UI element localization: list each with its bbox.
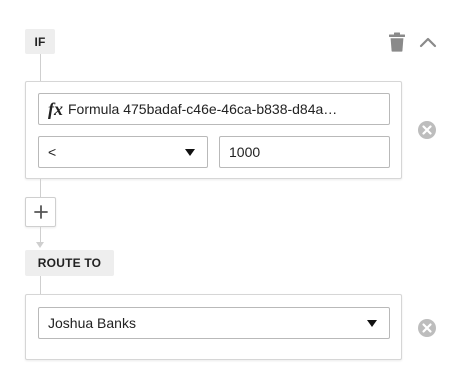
operator-select[interactable]: < <box>38 136 208 168</box>
formula-field[interactable]: fx Formula 475badaf-c46e-46ca-b838-d84a… <box>38 93 390 125</box>
assignee-select[interactable]: Joshua Banks <box>38 307 390 339</box>
plus-icon <box>33 205 48 219</box>
close-circle-icon <box>418 319 436 337</box>
close-circle-icon <box>418 121 436 139</box>
value-input[interactable]: 1000 <box>219 136 390 168</box>
condition-card: fx Formula 475badaf-c46e-46ca-b838-d84a…… <box>25 81 402 179</box>
caret-down-icon <box>367 320 377 327</box>
connector-line <box>40 54 41 81</box>
connector-line <box>40 276 41 294</box>
remove-route-button[interactable] <box>417 318 437 338</box>
caret-down-icon <box>185 149 195 156</box>
chevron-up-icon[interactable] <box>416 30 440 54</box>
route-card: Joshua Banks <box>25 294 402 360</box>
connector-line <box>40 179 41 197</box>
arrow-down-icon <box>36 242 44 248</box>
connector-line <box>40 227 41 243</box>
assignee-value: Joshua Banks <box>48 315 136 331</box>
fx-icon: fx <box>48 99 63 119</box>
value-text: 1000 <box>229 144 261 160</box>
operator-value: < <box>48 144 57 160</box>
route-to-badge: ROUTE TO <box>25 250 114 276</box>
add-condition-button[interactable] <box>25 197 56 227</box>
if-badge: IF <box>25 29 55 54</box>
formula-text: Formula 475badaf-c46e-46ca-b838-d84a… <box>68 101 338 117</box>
routing-rule-editor: IF fx Formula 475badaf-c46e-46ca-b838-d8… <box>0 0 465 375</box>
remove-condition-button[interactable] <box>417 120 437 140</box>
trash-icon[interactable] <box>386 30 408 54</box>
